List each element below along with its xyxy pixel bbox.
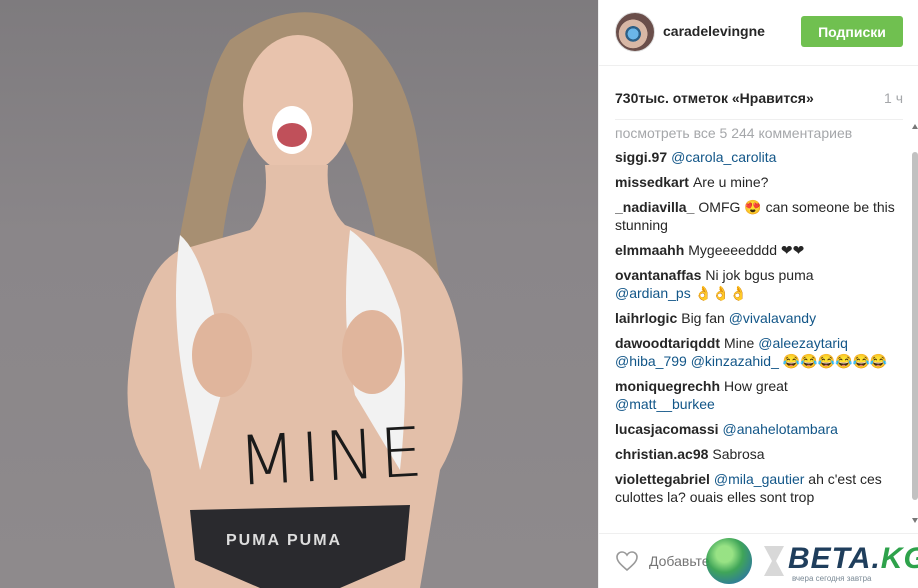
watermark-brand-accent: KG — [880, 542, 918, 575]
following-button[interactable]: Подписки — [801, 16, 903, 47]
post-timestamp[interactable]: 1 ч — [884, 90, 903, 106]
comment-author[interactable]: ovantanaffas — [615, 267, 701, 283]
comment-text: Ni jok bgus puma — [705, 267, 814, 283]
comment-author[interactable]: christian.ac98 — [615, 446, 708, 462]
post-header: caradelevingne Подписки — [599, 0, 918, 66]
comment-mention[interactable]: @anahelotambara — [723, 421, 838, 437]
comment-mention[interactable]: @ardian_ps — [615, 285, 691, 301]
comment-text: Sabrosa — [712, 446, 765, 462]
comment-author[interactable]: missedkart — [615, 174, 689, 190]
comment-text: Are u mine? — [692, 174, 769, 190]
divider — [615, 119, 903, 120]
scroll-up-arrow-icon[interactable] — [912, 124, 918, 130]
post-sidebar: caradelevingne Подписки 730тыс. отметок … — [598, 0, 918, 588]
comment-author[interactable]: dawoodtariqddt — [615, 335, 720, 351]
comment-item: laihrlogic Big fan @vivalavandy — [615, 309, 897, 327]
comments-scrollbar[interactable] — [912, 124, 918, 524]
model-figure — [127, 12, 463, 588]
comment-item: moniquegrechh How great @matt__burkee — [615, 377, 897, 413]
comment-item: ovantanaffas Ni jok bgus puma @ardian_ps 👌… — [615, 266, 897, 302]
heart-icon[interactable] — [615, 550, 639, 572]
comment-text: Mygeeeedddd ❤❤ — [688, 242, 805, 258]
comment-mention[interactable]: @vivalavandy — [729, 310, 816, 326]
comment-mention[interactable]: @matt__burkee — [615, 396, 715, 412]
body-writing: MINE — [236, 413, 429, 502]
comment-item: violettegabriel @mila_gautier ah c'est ce… — [615, 470, 897, 506]
comment-author[interactable]: _nadiavilla_ — [615, 199, 694, 215]
comment-item: siggi.97 @carola_carolita — [615, 148, 897, 166]
comment-item: missedkart Are u mine? — [615, 173, 897, 191]
comment-emoji: 👌👌👌 — [690, 285, 747, 301]
comment-mention[interactable]: @carola_carolita — [671, 149, 776, 165]
comment-item: dawoodtariqddt Mine @aleezaytariq @hiba_7… — [615, 334, 897, 370]
likes-count[interactable]: 730тыс. отметок «Нравится» — [615, 90, 814, 106]
comment-text: Mine — [724, 335, 755, 351]
comment-author[interactable]: laihrlogic — [615, 310, 677, 326]
comment-item: christian.ac98 Sabrosa — [615, 445, 897, 463]
site-watermark: BETA.KG вчера сегодня завтра — [700, 536, 918, 588]
comment-text: Big fan — [681, 310, 725, 326]
scroll-down-arrow-icon[interactable] — [912, 518, 918, 524]
comment-author[interactable]: violettegabriel — [615, 471, 710, 487]
comment-item: elmmaahh Mygeeeedddd ❤❤ — [615, 241, 897, 259]
comment-mention[interactable]: @mila_gautier — [714, 471, 804, 487]
comments-list[interactable]: посмотреть все 5 244 комментариев siggi.… — [615, 124, 897, 524]
comment-item: lucasjacomassi @anahelotambara — [615, 420, 897, 438]
waistband-text: PUMA PUMA — [226, 532, 343, 549]
globe-logo-icon — [706, 538, 752, 584]
comment-author[interactable]: siggi.97 — [615, 149, 667, 165]
hourglass-icon — [764, 546, 784, 576]
watermark-brand-main: BETA. — [788, 542, 881, 575]
comment-text: How great — [724, 378, 788, 394]
comment-item: _nadiavilla_ OMFG 😍 can someone be this s… — [615, 198, 897, 234]
likes-row: 730тыс. отметок «Нравится» 1 ч — [615, 90, 903, 110]
username-link[interactable]: caradelevingne — [663, 23, 765, 39]
comment-author[interactable]: elmmaahh — [615, 242, 684, 258]
comment-author[interactable]: moniquegrechh — [615, 378, 720, 394]
comment-emoji: 😂😂😂😂😂😂 — [778, 353, 888, 369]
view-all-comments-link[interactable]: посмотреть все 5 244 комментариев — [615, 124, 897, 142]
scroll-thumb[interactable] — [912, 152, 918, 500]
watermark-tagline: вчера сегодня завтра — [792, 574, 872, 583]
avatar[interactable] — [615, 12, 655, 52]
watermark-brand: BETA.KG — [788, 542, 918, 576]
comment-author[interactable]: lucasjacomassi — [615, 421, 719, 437]
post-photo[interactable]: MINE PUMA PUMA — [0, 0, 598, 588]
